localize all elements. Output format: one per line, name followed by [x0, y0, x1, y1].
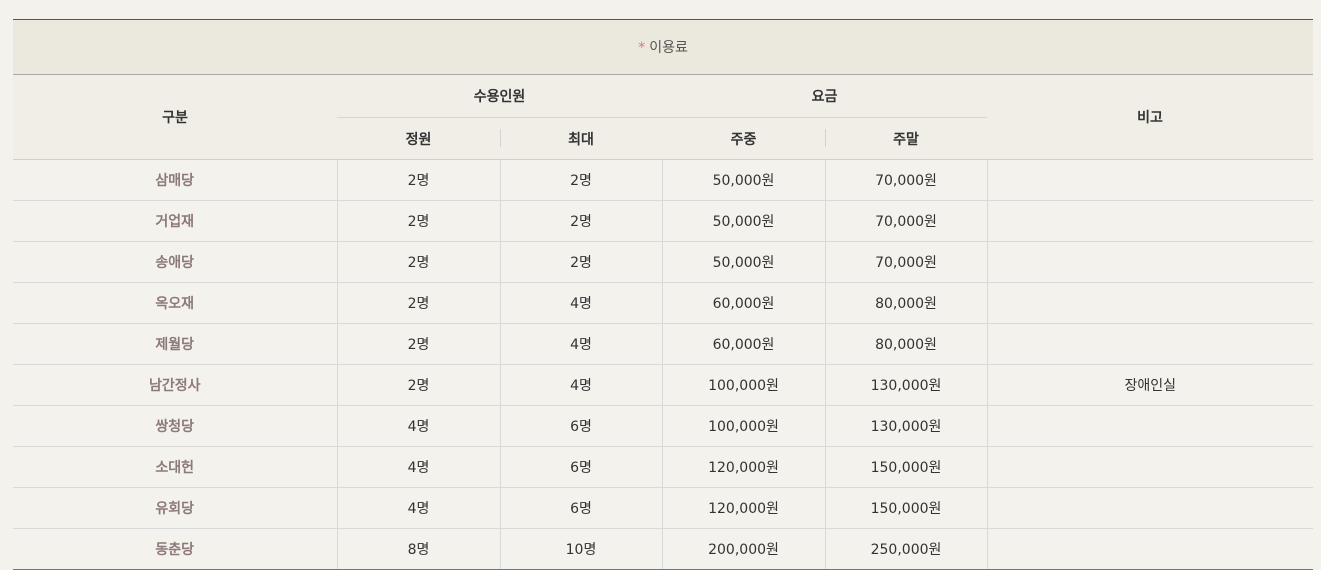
standard-capacity: 4명	[336, 487, 500, 529]
table-row: 유회당 4명 6명 120,000원 150,000원	[13, 487, 1314, 529]
weekday-fee: 60,000원	[661, 282, 825, 324]
weekday-fee: 50,000원	[661, 200, 825, 242]
table-row: 동춘당 8명 10명 200,000원 250,000원	[13, 528, 1314, 570]
weekday-fee: 50,000원	[661, 159, 825, 201]
header-max: 최대	[500, 117, 662, 160]
header-fee: 요금	[662, 74, 987, 118]
room-name: 소대헌	[13, 446, 337, 488]
header-standard: 정원	[337, 117, 500, 160]
weekday-fee: 120,000원	[661, 446, 825, 488]
weekday-fee: 200,000원	[661, 528, 825, 570]
weekend-fee: 130,000원	[824, 364, 987, 406]
table-caption: * 이용료	[13, 19, 1314, 75]
standard-capacity: 2명	[336, 364, 500, 406]
weekday-fee: 120,000원	[661, 487, 825, 529]
room-name: 송애당	[13, 241, 337, 283]
weekend-fee: 80,000원	[824, 282, 987, 324]
standard-capacity: 2명	[336, 241, 500, 283]
note	[986, 241, 1314, 283]
table-row: 쌍청당 4명 6명 100,000원 130,000원	[13, 405, 1314, 447]
room-name: 제월당	[13, 323, 337, 365]
header-weekday: 주중	[662, 117, 825, 160]
header-category: 구분	[13, 74, 337, 160]
weekend-fee: 70,000원	[824, 200, 987, 242]
table-row: 송애당 2명 2명 50,000원 70,000원	[13, 241, 1314, 283]
note	[986, 159, 1314, 201]
table-row: 제월당 2명 4명 60,000원 80,000원	[13, 323, 1314, 365]
header-weekend: 주말	[825, 117, 987, 160]
max-capacity: 4명	[499, 323, 662, 365]
max-capacity: 4명	[499, 364, 662, 406]
table-row: 거업재 2명 2명 50,000원 70,000원	[13, 200, 1314, 242]
table-caption-row: * 이용료	[13, 19, 1314, 75]
standard-capacity: 2명	[336, 323, 500, 365]
max-capacity: 6명	[499, 446, 662, 488]
room-name: 동춘당	[13, 528, 337, 570]
header-row-1: 구분 수용인원 요금 비고	[13, 74, 1314, 160]
note	[986, 323, 1314, 365]
standard-capacity: 8명	[336, 528, 500, 570]
weekend-fee: 150,000원	[824, 487, 987, 529]
note	[986, 282, 1314, 324]
note: 장애인실	[986, 364, 1314, 406]
max-capacity: 2명	[499, 159, 662, 201]
standard-capacity: 4명	[336, 405, 500, 447]
fee-table-container: * 이용료 구분 수용인원 요금 비고 정원 최대 주중 주말 삼매당 2명 2명…	[13, 19, 1314, 570]
max-capacity: 10명	[499, 528, 662, 570]
weekday-fee: 60,000원	[661, 323, 825, 365]
note	[986, 446, 1314, 488]
weekday-fee: 100,000원	[661, 364, 825, 406]
standard-capacity: 4명	[336, 446, 500, 488]
standard-capacity: 2명	[336, 200, 500, 242]
max-capacity: 6명	[499, 405, 662, 447]
max-capacity: 4명	[499, 282, 662, 324]
table-row: 남간정사 2명 4명 100,000원 130,000원 장애인실	[13, 364, 1314, 406]
note	[986, 200, 1314, 242]
standard-capacity: 2명	[336, 282, 500, 324]
weekend-fee: 250,000원	[824, 528, 987, 570]
weekend-fee: 70,000원	[824, 241, 987, 283]
room-name: 쌍청당	[13, 405, 337, 447]
weekend-fee: 150,000원	[824, 446, 987, 488]
weekend-fee: 80,000원	[824, 323, 987, 365]
weekend-fee: 70,000원	[824, 159, 987, 201]
weekday-fee: 50,000원	[661, 241, 825, 283]
caption-text: 이용료	[649, 40, 688, 56]
caption-star: *	[638, 40, 646, 56]
table-row: 소대헌 4명 6명 120,000원 150,000원	[13, 446, 1314, 488]
room-name: 유회당	[13, 487, 337, 529]
header-note: 비고	[987, 74, 1314, 160]
room-name: 거업재	[13, 200, 337, 242]
fee-table: * 이용료 구분 수용인원 요금 비고 정원 최대 주중 주말 삼매당 2명 2명…	[13, 19, 1314, 570]
standard-capacity: 2명	[336, 159, 500, 201]
weekend-fee: 130,000원	[824, 405, 987, 447]
room-name: 옥오재	[13, 282, 337, 324]
table-row: 삼매당 2명 2명 50,000원 70,000원	[13, 159, 1314, 201]
max-capacity: 6명	[499, 487, 662, 529]
note	[986, 528, 1314, 570]
room-name: 삼매당	[13, 159, 337, 201]
note	[986, 487, 1314, 529]
max-capacity: 2명	[499, 241, 662, 283]
note	[986, 405, 1314, 447]
room-name: 남간정사	[13, 364, 337, 406]
header-capacity: 수용인원	[337, 74, 662, 118]
max-capacity: 2명	[499, 200, 662, 242]
table-row: 옥오재 2명 4명 60,000원 80,000원	[13, 282, 1314, 324]
table-body: 삼매당 2명 2명 50,000원 70,000원 거업재 2명 2명 50,0…	[13, 159, 1314, 570]
weekday-fee: 100,000원	[661, 405, 825, 447]
